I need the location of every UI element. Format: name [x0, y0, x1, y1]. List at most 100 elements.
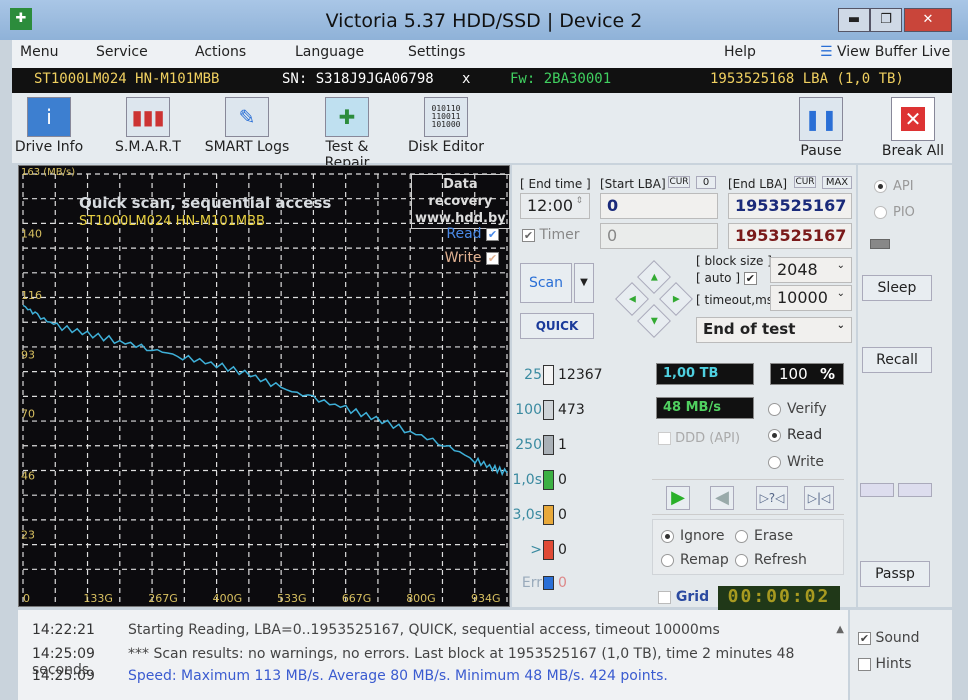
break-all-button[interactable]: ✕ Break All: [880, 97, 946, 159]
latency-count: 1: [558, 437, 567, 453]
log-row: 14:25:09 Speed: Maximum 113 MB/s. Average…: [32, 668, 668, 684]
menu-settings[interactable]: Settings: [408, 44, 465, 60]
maximize-button[interactable]: ❐: [870, 8, 902, 32]
menu-service[interactable]: Service: [96, 44, 148, 60]
series-line-read: [22, 304, 508, 477]
ddd-api-checkbox[interactable]: DDD (API): [658, 431, 740, 446]
start-zero-button[interactable]: 0: [696, 176, 716, 189]
butterfly-test-icon[interactable]: ▷?◁: [756, 486, 788, 510]
left-arrow-icon[interactable]: ◀: [615, 282, 649, 316]
latency-count: 0: [558, 542, 567, 558]
end-time-field[interactable]: 12:00 ⇕: [520, 193, 590, 219]
scan-button[interactable]: Scan: [520, 263, 572, 303]
drive-serial: SN: S318J9JGA06798: [282, 71, 434, 87]
smart-button[interactable]: ▮▮▮ S.M.A.R.T: [108, 97, 188, 155]
latency-threshold: 3,0s: [512, 507, 542, 523]
y-tick-label: 116: [21, 289, 42, 302]
window-title: Victoria 5.37 HDD/SSD | Device 2: [325, 10, 643, 32]
scan-dropdown[interactable]: ▼: [574, 263, 594, 303]
data-recovery-banner[interactable]: Data recovery www.hdd.by: [411, 174, 510, 229]
quick-button[interactable]: QUICK: [520, 313, 594, 339]
timeout-select[interactable]: 10000 ⌄: [770, 285, 852, 311]
start-cur-button[interactable]: CUR: [668, 176, 690, 188]
write-radio[interactable]: Write: [768, 454, 824, 470]
write-checkbox[interactable]: ✔: [486, 251, 499, 265]
drive-info-button[interactable]: i Drive Info: [14, 97, 84, 155]
block-size-select[interactable]: 2048 ⌄: [770, 257, 852, 283]
x-tick-label: 400G: [213, 592, 243, 605]
binary-icon: 010110 110011 101000: [424, 97, 468, 137]
menu-language[interactable]: Language: [295, 44, 364, 60]
timer-toggle[interactable]: ✔ Timer: [522, 227, 579, 243]
end-cur-button[interactable]: CUR: [794, 176, 816, 188]
latency-threshold: 25: [524, 367, 542, 383]
latency-row: 3,0s 0: [512, 505, 642, 529]
end-lba-input[interactable]: 1953525167: [728, 193, 852, 219]
sound-toggle[interactable]: ✔ Sound: [858, 630, 920, 646]
grid-toggle[interactable]: Grid: [658, 589, 709, 605]
erase-radio[interactable]: Erase: [735, 528, 793, 544]
pio-radio[interactable]: PIO: [874, 205, 915, 220]
reverse-icon[interactable]: ◀: [710, 486, 734, 510]
log-panel: 14:22:21 Starting Reading, LBA=0..1953525…: [18, 610, 848, 700]
passp-button[interactable]: Passp: [860, 561, 930, 587]
menu-menu[interactable]: Menu: [20, 44, 58, 60]
latency-color-box: [543, 400, 554, 420]
latency-threshold: 250: [515, 437, 542, 453]
close-button[interactable]: ✕: [904, 8, 952, 32]
plus-icon: ✚: [325, 97, 369, 137]
sleep-button[interactable]: Sleep: [862, 275, 932, 301]
timer-checkbox[interactable]: ✔: [522, 228, 535, 242]
latency-row: >0: [512, 540, 642, 564]
latency-threshold: 1,0s: [512, 472, 542, 488]
start-lba-label: [Start LBA]: [600, 177, 666, 191]
x-tick-label: 267G: [148, 592, 178, 605]
verify-radio[interactable]: Verify: [768, 401, 827, 417]
latency-count: 12367: [558, 367, 603, 383]
status-indicator: [870, 239, 890, 249]
read-radio[interactable]: Read: [768, 427, 822, 443]
latency-count: 0: [558, 472, 567, 488]
y-tick-label: 23: [21, 529, 35, 542]
remap-radio[interactable]: Remap: [661, 552, 729, 568]
direction-pad[interactable]: ▲ ◀ ▶ ▼: [615, 260, 693, 338]
sound-checkbox[interactable]: ✔: [858, 631, 871, 645]
api-radio[interactable]: API: [874, 179, 914, 194]
hints-toggle[interactable]: Hints: [858, 656, 912, 672]
recall-button[interactable]: Recall: [862, 347, 932, 373]
test-repair-button[interactable]: ✚ Test & Repair: [302, 97, 392, 171]
hints-checkbox[interactable]: [858, 657, 871, 671]
title-bar: ✚ Victoria 5.37 HDD/SSD | Device 2 ▬ ❐ ✕: [0, 0, 968, 40]
pause-button[interactable]: ❚❚ Pause: [794, 97, 848, 159]
latency-color-box: [543, 540, 554, 560]
menu-help[interactable]: Help: [724, 44, 756, 60]
smart-logs-button[interactable]: ✎ SMART Logs: [202, 97, 292, 155]
small-button-right[interactable]: [898, 483, 932, 497]
minimize-button[interactable]: ▬: [838, 8, 870, 32]
goto-icon[interactable]: ▷|◁: [804, 486, 834, 510]
view-buffer-button[interactable]: ☰ View Buffer Live: [820, 44, 950, 60]
ignore-radio[interactable]: Ignore: [661, 528, 725, 544]
right-arrow-icon[interactable]: ▶: [659, 282, 693, 316]
disk-editor-button[interactable]: 010110 110011 101000 Disk Editor: [408, 97, 484, 155]
drive-lba: 1953525168 LBA (1,0 TB): [710, 71, 904, 87]
right-panel: API PIO Sleep Recall Passp: [858, 165, 952, 607]
read-toggle[interactable]: Read ✔: [446, 226, 499, 242]
menu-actions[interactable]: Actions: [195, 44, 246, 60]
small-button-left[interactable]: [860, 483, 894, 497]
up-arrow-icon[interactable]: ▲: [637, 260, 671, 294]
refresh-radio[interactable]: Refresh: [735, 552, 807, 568]
end-action-select[interactable]: End of test ⌄: [696, 317, 852, 343]
down-arrow-icon[interactable]: ▼: [637, 304, 671, 338]
read-checkbox[interactable]: ✔: [486, 227, 499, 241]
start-lba-input[interactable]: 0: [600, 193, 718, 219]
scroll-up-icon[interactable]: ▲: [836, 624, 844, 635]
end-max-button[interactable]: MAX: [822, 176, 852, 189]
spin-icon[interactable]: ⇕: [575, 196, 583, 206]
play-icon[interactable]: ▶: [666, 486, 690, 510]
sound-hints-panel: ✔ Sound Hints: [850, 610, 952, 700]
write-toggle[interactable]: Write ✔: [445, 250, 499, 266]
latency-count: 0: [558, 507, 567, 523]
auto-checkbox[interactable]: ✔: [743, 272, 757, 285]
timer-input[interactable]: 0: [600, 223, 718, 249]
